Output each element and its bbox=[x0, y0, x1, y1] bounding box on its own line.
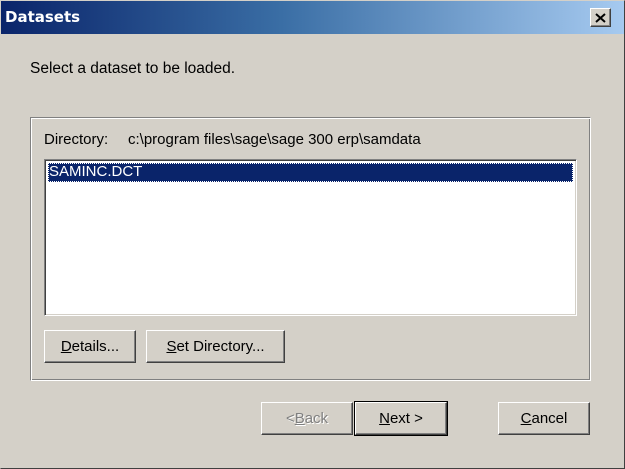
dataset-listbox[interactable]: SAMINC.DCT bbox=[44, 159, 577, 316]
next-label: ext > bbox=[389, 410, 423, 427]
set-directory-accel: S bbox=[166, 338, 177, 355]
back-accel: B bbox=[294, 410, 305, 427]
back-button[interactable]: < Back bbox=[261, 402, 353, 435]
window-title: Datasets bbox=[5, 8, 81, 26]
cancel-accel: C bbox=[520, 410, 532, 427]
cancel-button[interactable]: Cancel bbox=[498, 402, 590, 435]
datasets-dialog: Datasets Select a dataset to be loaded. … bbox=[0, 0, 625, 469]
back-label: ack bbox=[304, 410, 329, 427]
directory-path: c:\program files\sage\sage 300 erp\samda… bbox=[128, 131, 421, 148]
set-directory-button[interactable]: Set Directory... bbox=[146, 330, 285, 363]
details-button[interactable]: Details... bbox=[44, 330, 136, 363]
next-button[interactable]: Next > bbox=[354, 401, 448, 436]
details-label: etails... bbox=[71, 338, 120, 355]
back-prefix: < bbox=[285, 410, 295, 427]
next-accel: N bbox=[379, 410, 390, 427]
set-directory-label: et Directory... bbox=[176, 338, 265, 355]
close-icon bbox=[595, 12, 606, 23]
prompt-text: Select a dataset to be loaded. bbox=[30, 60, 236, 77]
cancel-label: ancel bbox=[531, 410, 568, 427]
details-accel: D bbox=[60, 338, 72, 355]
directory-label: Directory: bbox=[44, 131, 109, 148]
title-bar[interactable]: Datasets bbox=[1, 1, 624, 34]
list-item[interactable]: SAMINC.DCT bbox=[48, 163, 573, 182]
close-button[interactable] bbox=[590, 8, 611, 27]
